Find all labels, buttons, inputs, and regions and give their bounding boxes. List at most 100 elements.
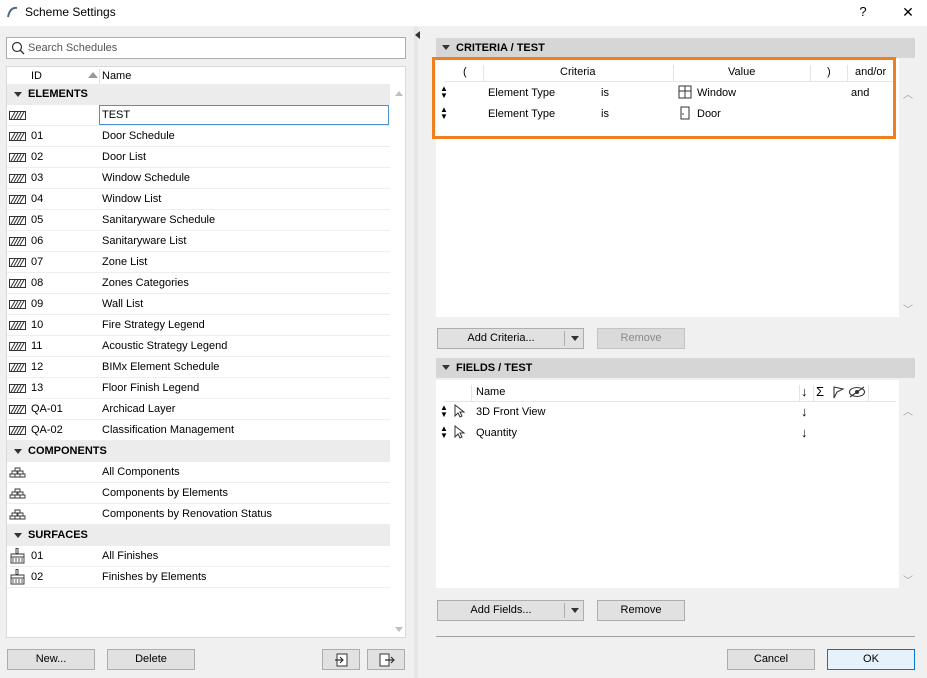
- list-item[interactable]: 08 Zones Categories: [7, 273, 390, 294]
- list-item[interactable]: 05 Sanitaryware Schedule: [7, 210, 390, 231]
- list-item[interactable]: 02 Finishes by Elements: [7, 567, 390, 588]
- list-item[interactable]: 06 Sanitaryware List: [7, 231, 390, 252]
- reorder-handle-icon[interactable]: ▲ ▼: [440, 404, 448, 419]
- list-item[interactable]: All Components: [7, 462, 390, 483]
- item-id: 08: [31, 277, 44, 289]
- import-button[interactable]: [322, 649, 360, 670]
- column-divider[interactable]: [799, 385, 800, 401]
- scroll-up-chevron-icon[interactable]: ︿: [903, 86, 913, 101]
- group-label: ELEMENTS: [28, 88, 88, 100]
- add-criteria-label[interactable]: Add Criteria...: [438, 329, 564, 348]
- item-id: 03: [31, 172, 44, 184]
- scroll-down-chevron-icon[interactable]: ﹀: [903, 301, 913, 316]
- pointer-arrow-icon: [454, 425, 465, 439]
- collapse-triangle-icon[interactable]: [14, 92, 22, 97]
- list-item[interactable]: 01 Door Schedule: [7, 126, 390, 147]
- flag-icon[interactable]: [831, 385, 845, 399]
- scroll-down-chevron-icon[interactable]: ﹀: [903, 572, 913, 587]
- list-item[interactable]: 02 Door List: [7, 147, 390, 168]
- list-item[interactable]: 03 Window Schedule: [7, 168, 390, 189]
- list-item[interactable]: 04 Window List: [7, 189, 390, 210]
- collapse-triangle-icon[interactable]: [14, 533, 22, 538]
- paint-roller-icon: [10, 548, 25, 564]
- list-item[interactable]: 10 Fire Strategy Legend: [7, 315, 390, 336]
- group-surfaces[interactable]: SURFACES: [7, 525, 390, 546]
- list-item[interactable]: Components by Renovation Status: [7, 504, 390, 525]
- collapse-triangle-icon[interactable]: [442, 45, 450, 50]
- criteria-section-header[interactable]: CRITERIA / TEST: [436, 38, 915, 58]
- reorder-handle-icon[interactable]: ▲ ▼: [440, 425, 448, 440]
- list-item[interactable]: 11 Acoustic Strategy Legend: [7, 336, 390, 357]
- name-edit-field[interactable]: [99, 105, 389, 125]
- item-name: Zone List: [102, 256, 148, 268]
- sort-column-icon[interactable]: ↓: [801, 384, 808, 399]
- list-item[interactable]: 07 Zone List: [7, 252, 390, 273]
- list-item[interactable]: Components by Elements: [7, 483, 390, 504]
- collapse-triangle-icon[interactable]: [442, 365, 450, 370]
- item-name: Finishes by Elements: [102, 571, 207, 583]
- sort-arrow-icon[interactable]: ↓: [801, 425, 808, 440]
- item-name: All Finishes: [102, 550, 159, 562]
- column-divider[interactable]: [99, 69, 100, 85]
- item-name[interactable]: TEST: [102, 109, 130, 121]
- list-item[interactable]: QA-02 Classification Management: [7, 420, 390, 441]
- remove-criteria-button[interactable]: Remove: [597, 328, 685, 349]
- group-components[interactable]: COMPONENTS: [7, 441, 390, 462]
- ok-button[interactable]: OK: [827, 649, 915, 670]
- window-title: Scheme Settings: [25, 5, 116, 19]
- field-name[interactable]: 3D Front View: [476, 406, 546, 418]
- field-row[interactable]: ▲ ▼ 3D Front View ↓: [436, 402, 899, 423]
- search-box[interactable]: [6, 37, 406, 59]
- add-fields-label[interactable]: Add Fields...: [438, 601, 564, 620]
- criteria-section-title: CRITERIA / TEST: [456, 42, 545, 54]
- schedule-list[interactable]: ID Name ELEMENTS TEST 01 Door Schedule 0…: [6, 66, 406, 638]
- fields-section-header[interactable]: FIELDS / TEST: [436, 358, 915, 378]
- close-button[interactable]: ✕: [897, 2, 919, 22]
- new-button[interactable]: New...: [7, 649, 95, 670]
- delete-button[interactable]: Delete: [107, 649, 195, 670]
- column-divider[interactable]: [868, 385, 869, 401]
- hide-eye-icon[interactable]: [848, 386, 866, 398]
- list-item[interactable]: 01 All Finishes: [7, 546, 390, 567]
- help-button[interactable]: ?: [853, 2, 873, 22]
- fields-table[interactable]: Name ↓ Σ ▲ ▼ 3D Front View ↓ ▲ ▼ Quantity …: [436, 380, 913, 588]
- chevron-down-icon[interactable]: [571, 608, 579, 613]
- collapse-left-arrow-icon[interactable]: [415, 31, 420, 39]
- export-button[interactable]: [367, 649, 405, 670]
- remove-fields-button[interactable]: Remove: [597, 600, 685, 621]
- cancel-button[interactable]: Cancel: [727, 649, 815, 670]
- schedule-hatch-icon: [9, 132, 26, 141]
- scroll-up-arrow-icon[interactable]: [395, 91, 403, 96]
- column-header-id[interactable]: ID: [31, 70, 42, 82]
- group-elements[interactable]: ELEMENTS: [7, 84, 390, 105]
- column-header-name[interactable]: Name: [102, 70, 131, 82]
- column-divider[interactable]: [813, 385, 814, 401]
- item-id: 02: [31, 571, 44, 583]
- list-item[interactable]: 09 Wall List: [7, 294, 390, 315]
- field-name[interactable]: Quantity: [476, 427, 517, 439]
- search-input[interactable]: [28, 40, 398, 56]
- list-item[interactable]: 13 Floor Finish Legend: [7, 378, 390, 399]
- chevron-down-icon[interactable]: [571, 336, 579, 341]
- item-id: 01: [31, 130, 44, 142]
- list-item[interactable]: 12 BIMx Element Schedule: [7, 357, 390, 378]
- sort-ascending-icon[interactable]: [88, 72, 98, 78]
- paint-roller-icon: [10, 569, 25, 585]
- component-bricks-icon: [9, 467, 26, 478]
- scroll-down-arrow-icon[interactable]: [395, 627, 403, 632]
- collapse-triangle-icon[interactable]: [14, 449, 22, 454]
- field-row[interactable]: ▲ ▼ Quantity ↓: [436, 423, 899, 444]
- item-id: QA-02: [31, 424, 63, 436]
- add-criteria-button[interactable]: Add Criteria...: [437, 328, 584, 349]
- export-icon: [379, 653, 395, 667]
- column-divider[interactable]: [471, 385, 472, 401]
- list-item[interactable]: TEST: [7, 105, 390, 126]
- panel-splitter[interactable]: [414, 27, 418, 678]
- schedule-hatch-icon: [9, 321, 26, 330]
- list-item[interactable]: QA-01 Archicad Layer: [7, 399, 390, 420]
- sum-column-icon[interactable]: Σ: [816, 384, 824, 399]
- add-fields-button[interactable]: Add Fields...: [437, 600, 584, 621]
- item-name: BIMx Element Schedule: [102, 361, 220, 373]
- sort-arrow-icon[interactable]: ↓: [801, 404, 808, 419]
- scroll-up-chevron-icon[interactable]: ︿: [903, 403, 913, 418]
